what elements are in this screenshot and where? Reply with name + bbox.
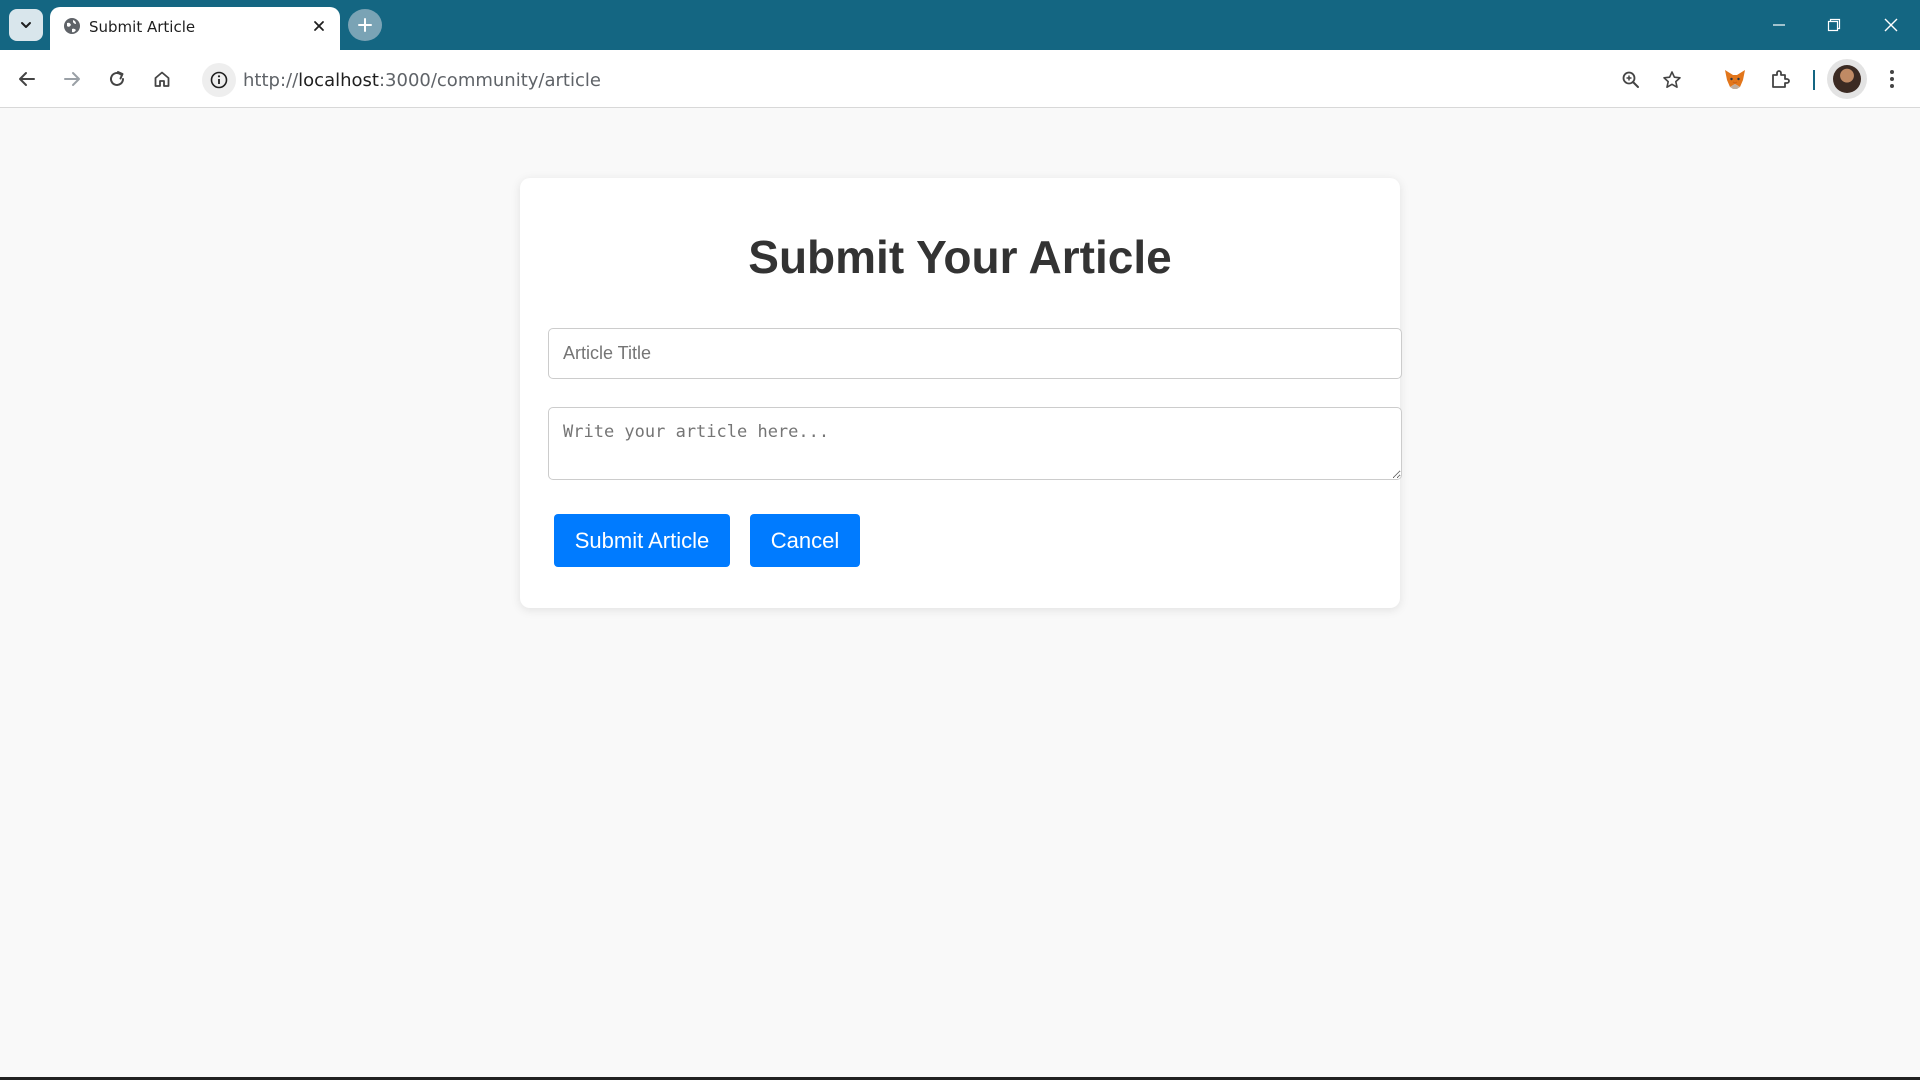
- restore-icon: [1827, 18, 1841, 32]
- chevron-down-icon: [21, 22, 31, 28]
- back-icon: [19, 72, 35, 86]
- page-title: Submit Your Article: [748, 231, 1172, 283]
- forward-button[interactable]: [54, 61, 90, 97]
- toolbar-separator: [1813, 70, 1815, 90]
- browser-toolbar: http://localhost:3000/community/article: [0, 50, 1920, 108]
- tab-search-button[interactable]: [9, 9, 43, 41]
- reload-icon: [110, 71, 124, 86]
- article-form-card: Submit Your Article Submit Article Cance…: [520, 178, 1402, 608]
- minimize-button[interactable]: [1751, 0, 1807, 50]
- forward-icon: [64, 72, 80, 86]
- browser-tab-active[interactable]: Submit Article: [50, 7, 340, 50]
- address-bar[interactable]: http://localhost:3000/community/article: [197, 58, 1700, 100]
- avatar-image: [1833, 65, 1861, 93]
- site-info-button[interactable]: [202, 63, 236, 97]
- browser-tab-strip: Submit Article: [0, 0, 1920, 50]
- url-host: localhost: [298, 70, 379, 91]
- reload-button[interactable]: [99, 61, 135, 97]
- profile-avatar[interactable]: [1827, 59, 1867, 99]
- plus-icon: [358, 18, 372, 32]
- submit-article-button[interactable]: Submit Article: [554, 514, 730, 567]
- menu-icon[interactable]: [1876, 63, 1908, 95]
- home-icon: [154, 71, 170, 87]
- close-icon[interactable]: [308, 15, 330, 37]
- globe-icon: [62, 16, 82, 36]
- back-button[interactable]: [9, 61, 45, 97]
- url-text[interactable]: http://localhost:3000/community/article: [243, 70, 601, 91]
- close-window-button[interactable]: [1863, 0, 1919, 50]
- restore-button[interactable]: [1806, 0, 1862, 50]
- article-title-input[interactable]: [548, 328, 1402, 379]
- zoom-icon[interactable]: [1617, 66, 1645, 94]
- article-body-textarea[interactable]: [548, 407, 1402, 480]
- url-scheme: http://: [243, 70, 299, 91]
- close-icon: [1884, 18, 1898, 32]
- tab-title: Submit Article: [89, 18, 196, 36]
- cancel-button[interactable]: Cancel: [750, 514, 860, 567]
- info-icon: [210, 71, 228, 89]
- minimize-icon: [1773, 24, 1785, 26]
- url-path: :3000/community/article: [378, 70, 601, 91]
- home-button[interactable]: [144, 61, 180, 97]
- new-tab-button[interactable]: [348, 9, 382, 41]
- extensions-icon[interactable]: [1765, 63, 1797, 95]
- metamask-fox-icon[interactable]: [1719, 63, 1751, 95]
- star-icon[interactable]: [1658, 66, 1686, 94]
